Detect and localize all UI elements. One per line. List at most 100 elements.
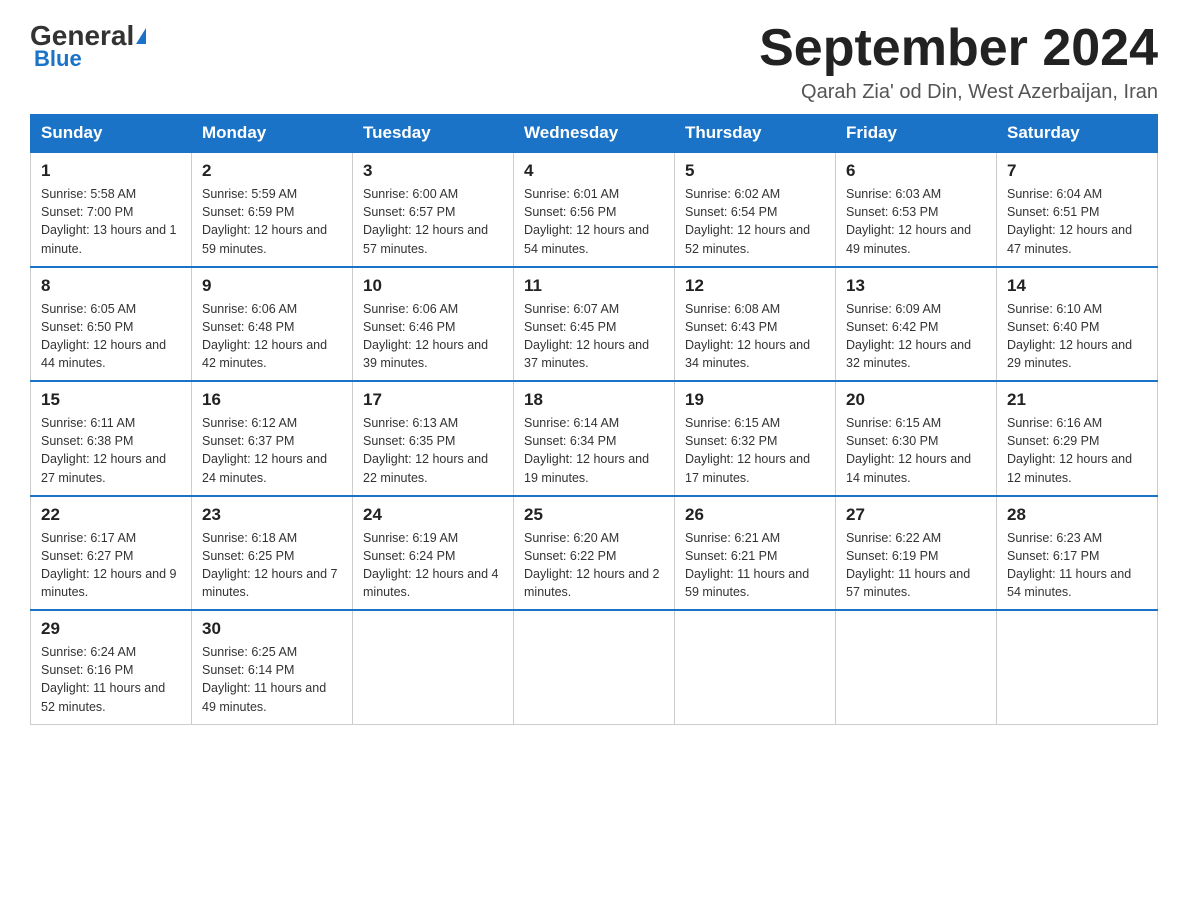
day-info: Sunrise: 6:10 AMSunset: 6:40 PMDaylight:… <box>1007 300 1147 373</box>
table-row: 2 Sunrise: 5:59 AMSunset: 6:59 PMDayligh… <box>192 152 353 267</box>
table-row: 4 Sunrise: 6:01 AMSunset: 6:56 PMDayligh… <box>514 152 675 267</box>
logo: General Blue <box>30 20 146 72</box>
week-row-2: 8 Sunrise: 6:05 AMSunset: 6:50 PMDayligh… <box>31 267 1158 382</box>
calendar-table: Sunday Monday Tuesday Wednesday Thursday… <box>30 114 1158 725</box>
table-row: 23 Sunrise: 6:18 AMSunset: 6:25 PMDaylig… <box>192 496 353 611</box>
table-row: 14 Sunrise: 6:10 AMSunset: 6:40 PMDaylig… <box>997 267 1158 382</box>
day-info: Sunrise: 6:03 AMSunset: 6:53 PMDaylight:… <box>846 185 986 258</box>
day-number: 16 <box>202 390 342 410</box>
day-number: 30 <box>202 619 342 639</box>
table-row: 13 Sunrise: 6:09 AMSunset: 6:42 PMDaylig… <box>836 267 997 382</box>
day-number: 2 <box>202 161 342 181</box>
day-number: 18 <box>524 390 664 410</box>
table-row: 12 Sunrise: 6:08 AMSunset: 6:43 PMDaylig… <box>675 267 836 382</box>
table-row: 5 Sunrise: 6:02 AMSunset: 6:54 PMDayligh… <box>675 152 836 267</box>
location-subtitle: Qarah Zia' od Din, West Azerbaijan, Iran <box>759 81 1158 104</box>
day-info: Sunrise: 6:11 AMSunset: 6:38 PMDaylight:… <box>41 414 181 487</box>
day-number: 6 <box>846 161 986 181</box>
table-row <box>514 610 675 724</box>
table-row: 3 Sunrise: 6:00 AMSunset: 6:57 PMDayligh… <box>353 152 514 267</box>
table-row: 24 Sunrise: 6:19 AMSunset: 6:24 PMDaylig… <box>353 496 514 611</box>
table-row: 22 Sunrise: 6:17 AMSunset: 6:27 PMDaylig… <box>31 496 192 611</box>
day-info: Sunrise: 6:04 AMSunset: 6:51 PMDaylight:… <box>1007 185 1147 258</box>
day-number: 5 <box>685 161 825 181</box>
day-info: Sunrise: 6:12 AMSunset: 6:37 PMDaylight:… <box>202 414 342 487</box>
day-number: 29 <box>41 619 181 639</box>
day-info: Sunrise: 6:15 AMSunset: 6:30 PMDaylight:… <box>846 414 986 487</box>
day-info: Sunrise: 6:17 AMSunset: 6:27 PMDaylight:… <box>41 529 181 602</box>
col-tuesday: Tuesday <box>353 115 514 153</box>
day-number: 4 <box>524 161 664 181</box>
table-row: 19 Sunrise: 6:15 AMSunset: 6:32 PMDaylig… <box>675 381 836 496</box>
day-number: 22 <box>41 505 181 525</box>
day-info: Sunrise: 5:58 AMSunset: 7:00 PMDaylight:… <box>41 185 181 258</box>
col-thursday: Thursday <box>675 115 836 153</box>
table-row <box>675 610 836 724</box>
day-number: 9 <box>202 276 342 296</box>
table-row: 17 Sunrise: 6:13 AMSunset: 6:35 PMDaylig… <box>353 381 514 496</box>
col-sunday: Sunday <box>31 115 192 153</box>
table-row: 21 Sunrise: 6:16 AMSunset: 6:29 PMDaylig… <box>997 381 1158 496</box>
table-row: 30 Sunrise: 6:25 AMSunset: 6:14 PMDaylig… <box>192 610 353 724</box>
day-number: 24 <box>363 505 503 525</box>
table-row: 27 Sunrise: 6:22 AMSunset: 6:19 PMDaylig… <box>836 496 997 611</box>
table-row: 11 Sunrise: 6:07 AMSunset: 6:45 PMDaylig… <box>514 267 675 382</box>
table-row: 28 Sunrise: 6:23 AMSunset: 6:17 PMDaylig… <box>997 496 1158 611</box>
calendar-header-row: Sunday Monday Tuesday Wednesday Thursday… <box>31 115 1158 153</box>
logo-triangle-icon <box>136 28 146 44</box>
table-row: 20 Sunrise: 6:15 AMSunset: 6:30 PMDaylig… <box>836 381 997 496</box>
col-wednesday: Wednesday <box>514 115 675 153</box>
day-number: 25 <box>524 505 664 525</box>
day-number: 27 <box>846 505 986 525</box>
title-area: September 2024 Qarah Zia' od Din, West A… <box>759 20 1158 104</box>
day-number: 3 <box>363 161 503 181</box>
table-row: 15 Sunrise: 6:11 AMSunset: 6:38 PMDaylig… <box>31 381 192 496</box>
week-row-5: 29 Sunrise: 6:24 AMSunset: 6:16 PMDaylig… <box>31 610 1158 724</box>
table-row: 18 Sunrise: 6:14 AMSunset: 6:34 PMDaylig… <box>514 381 675 496</box>
week-row-3: 15 Sunrise: 6:11 AMSunset: 6:38 PMDaylig… <box>31 381 1158 496</box>
day-number: 28 <box>1007 505 1147 525</box>
table-row: 1 Sunrise: 5:58 AMSunset: 7:00 PMDayligh… <box>31 152 192 267</box>
table-row: 29 Sunrise: 6:24 AMSunset: 6:16 PMDaylig… <box>31 610 192 724</box>
table-row: 9 Sunrise: 6:06 AMSunset: 6:48 PMDayligh… <box>192 267 353 382</box>
day-info: Sunrise: 5:59 AMSunset: 6:59 PMDaylight:… <box>202 185 342 258</box>
day-number: 7 <box>1007 161 1147 181</box>
table-row: 26 Sunrise: 6:21 AMSunset: 6:21 PMDaylig… <box>675 496 836 611</box>
day-info: Sunrise: 6:09 AMSunset: 6:42 PMDaylight:… <box>846 300 986 373</box>
day-number: 21 <box>1007 390 1147 410</box>
day-number: 20 <box>846 390 986 410</box>
table-row: 25 Sunrise: 6:20 AMSunset: 6:22 PMDaylig… <box>514 496 675 611</box>
day-info: Sunrise: 6:24 AMSunset: 6:16 PMDaylight:… <box>41 643 181 716</box>
day-number: 19 <box>685 390 825 410</box>
table-row <box>353 610 514 724</box>
col-saturday: Saturday <box>997 115 1158 153</box>
day-number: 8 <box>41 276 181 296</box>
day-number: 13 <box>846 276 986 296</box>
day-number: 10 <box>363 276 503 296</box>
day-info: Sunrise: 6:20 AMSunset: 6:22 PMDaylight:… <box>524 529 664 602</box>
day-info: Sunrise: 6:23 AMSunset: 6:17 PMDaylight:… <box>1007 529 1147 602</box>
week-row-4: 22 Sunrise: 6:17 AMSunset: 6:27 PMDaylig… <box>31 496 1158 611</box>
day-info: Sunrise: 6:08 AMSunset: 6:43 PMDaylight:… <box>685 300 825 373</box>
page-header: General Blue September 2024 Qarah Zia' o… <box>30 20 1158 104</box>
table-row: 10 Sunrise: 6:06 AMSunset: 6:46 PMDaylig… <box>353 267 514 382</box>
day-number: 11 <box>524 276 664 296</box>
day-number: 26 <box>685 505 825 525</box>
day-info: Sunrise: 6:06 AMSunset: 6:46 PMDaylight:… <box>363 300 503 373</box>
table-row: 8 Sunrise: 6:05 AMSunset: 6:50 PMDayligh… <box>31 267 192 382</box>
month-title: September 2024 <box>759 20 1158 77</box>
day-info: Sunrise: 6:15 AMSunset: 6:32 PMDaylight:… <box>685 414 825 487</box>
week-row-1: 1 Sunrise: 5:58 AMSunset: 7:00 PMDayligh… <box>31 152 1158 267</box>
table-row: 7 Sunrise: 6:04 AMSunset: 6:51 PMDayligh… <box>997 152 1158 267</box>
day-info: Sunrise: 6:16 AMSunset: 6:29 PMDaylight:… <box>1007 414 1147 487</box>
day-info: Sunrise: 6:00 AMSunset: 6:57 PMDaylight:… <box>363 185 503 258</box>
day-info: Sunrise: 6:25 AMSunset: 6:14 PMDaylight:… <box>202 643 342 716</box>
table-row <box>997 610 1158 724</box>
day-info: Sunrise: 6:02 AMSunset: 6:54 PMDaylight:… <box>685 185 825 258</box>
table-row: 6 Sunrise: 6:03 AMSunset: 6:53 PMDayligh… <box>836 152 997 267</box>
day-info: Sunrise: 6:22 AMSunset: 6:19 PMDaylight:… <box>846 529 986 602</box>
day-info: Sunrise: 6:18 AMSunset: 6:25 PMDaylight:… <box>202 529 342 602</box>
day-number: 15 <box>41 390 181 410</box>
col-friday: Friday <box>836 115 997 153</box>
day-info: Sunrise: 6:05 AMSunset: 6:50 PMDaylight:… <box>41 300 181 373</box>
